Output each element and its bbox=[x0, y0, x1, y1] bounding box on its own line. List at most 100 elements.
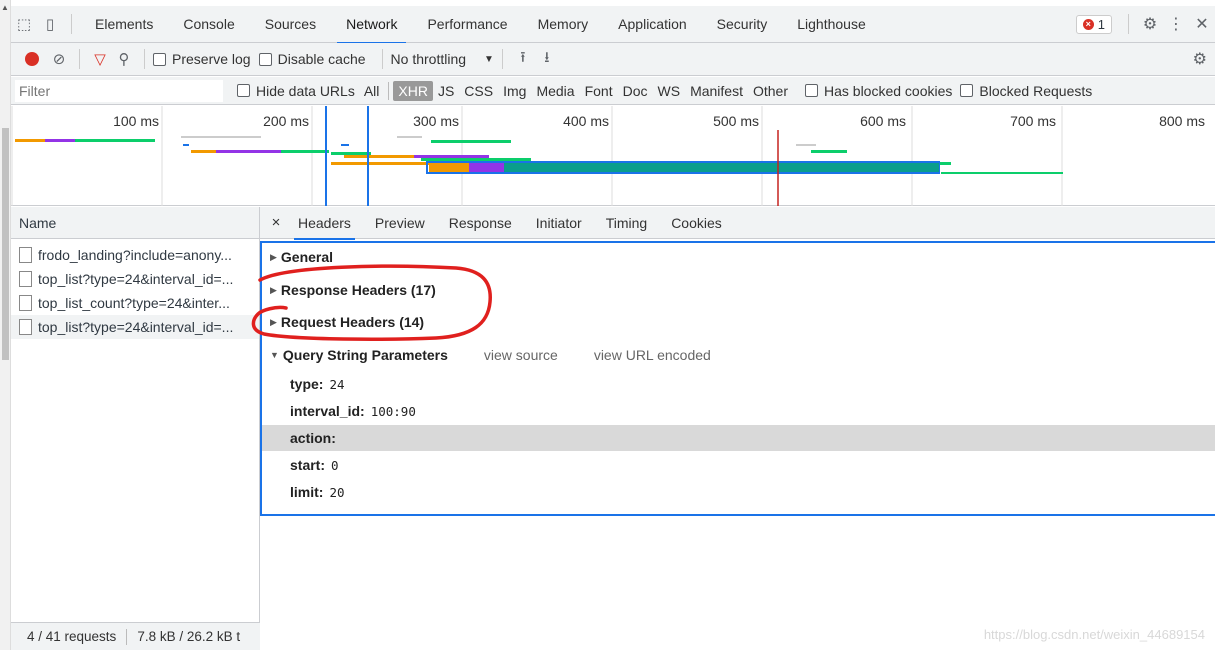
document-icon bbox=[19, 247, 32, 263]
device-toolbar-icon[interactable]: ▯ bbox=[37, 15, 63, 33]
tab-performance[interactable]: Performance bbox=[412, 6, 522, 43]
left-scrollbar[interactable]: ▲ bbox=[0, 0, 11, 650]
overview-tick-labels: 100 ms 200 ms 300 ms 400 ms 500 ms 600 m… bbox=[113, 113, 1205, 129]
tab-sources[interactable]: Sources bbox=[250, 6, 331, 43]
more-options-icon[interactable]: ⋮ bbox=[1163, 14, 1189, 34]
tab-security[interactable]: Security bbox=[702, 6, 783, 43]
tick-label: 300 ms bbox=[413, 113, 459, 129]
tick-label: 400 ms bbox=[563, 113, 609, 129]
request-row-selected[interactable]: top_list?type=24&interval_id=... bbox=[11, 315, 259, 339]
filter-type-css[interactable]: CSS bbox=[459, 81, 498, 101]
network-status-bar: 4 / 41 requests 7.8 kB / 26.2 kB t bbox=[11, 622, 260, 650]
overview-graph: 100 ms 200 ms 300 ms 400 ms 500 ms 600 m… bbox=[11, 106, 1205, 206]
filter-input[interactable] bbox=[15, 79, 223, 102]
request-list-panel: Name frodo_landing?include=anony... top_… bbox=[11, 207, 260, 650]
query-params-title[interactable]: Query String Parameters bbox=[283, 347, 448, 363]
collapse-triangle-icon[interactable]: ▼ bbox=[270, 350, 279, 360]
tab-initiator[interactable]: Initiator bbox=[524, 207, 594, 239]
devtools-window: ▲ ⬚ ▯ Elements Console Sources Network P… bbox=[0, 0, 1215, 650]
record-button[interactable] bbox=[25, 52, 39, 66]
filter-type-all[interactable]: All bbox=[359, 81, 385, 101]
has-blocked-cookies-label: Has blocked cookies bbox=[824, 82, 953, 99]
throttling-value: No throttling bbox=[390, 51, 467, 67]
blocked-requests-checkbox[interactable]: Blocked Requests bbox=[960, 83, 1092, 99]
hide-data-urls-checkbox[interactable]: Hide data URLs bbox=[237, 83, 355, 99]
tab-cookies[interactable]: Cookies bbox=[659, 207, 734, 239]
filter-type-manifest[interactable]: Manifest bbox=[685, 81, 748, 101]
divider bbox=[79, 49, 80, 69]
filter-type-xhr[interactable]: XHR bbox=[393, 80, 433, 101]
inspect-element-icon[interactable]: ⬚ bbox=[11, 15, 37, 33]
filter-type-other[interactable]: Other bbox=[748, 81, 793, 101]
scrollbar-thumb[interactable] bbox=[2, 128, 9, 360]
clear-icon[interactable]: ⊘ bbox=[47, 50, 71, 68]
request-row[interactable]: frodo_landing?include=anony... bbox=[11, 243, 259, 267]
scroll-up-icon[interactable]: ▲ bbox=[1, 3, 9, 12]
param-key: start: bbox=[290, 457, 326, 473]
tab-elements[interactable]: Elements bbox=[80, 6, 168, 43]
tick-label: 100 ms bbox=[113, 113, 159, 129]
param-value: 24 bbox=[329, 376, 345, 392]
resource-type-filters: Hide data URLs All XHR JS CSS Img Media … bbox=[237, 80, 1100, 101]
network-overview-timeline[interactable]: 100 ms 200 ms 300 ms 400 ms 500 ms 600 m… bbox=[11, 106, 1215, 206]
network-settings-icon[interactable]: ⚙ bbox=[1193, 49, 1207, 69]
throttling-select[interactable]: No throttling ▼ bbox=[391, 51, 494, 67]
view-source-link[interactable]: view source bbox=[484, 347, 558, 363]
red-annotation-circle bbox=[251, 264, 492, 341]
disable-cache-label: Disable cache bbox=[277, 51, 366, 67]
filter-icon[interactable]: ▽ bbox=[88, 50, 112, 68]
request-name: top_list_count?type=24&inter... bbox=[38, 295, 230, 311]
param-value: 20 bbox=[329, 484, 345, 500]
blocked-requests-label: Blocked Requests bbox=[979, 82, 1093, 99]
search-icon[interactable]: ⚲ bbox=[112, 50, 136, 68]
export-har-icon[interactable]: ⭳ bbox=[535, 47, 559, 72]
param-value: 100:90 bbox=[370, 403, 416, 419]
filter-type-media[interactable]: Media bbox=[531, 81, 579, 101]
disable-cache-checkbox[interactable]: Disable cache bbox=[258, 51, 366, 67]
checkbox-icon bbox=[258, 52, 272, 66]
param-key: action: bbox=[290, 430, 336, 446]
overview-request-bars bbox=[15, 136, 1063, 174]
query-param-row-highlighted: action: bbox=[262, 425, 1215, 451]
view-url-encoded-link[interactable]: view URL encoded bbox=[594, 347, 711, 363]
checkbox-icon bbox=[153, 52, 166, 66]
divider bbox=[144, 49, 145, 69]
import-har-icon[interactable]: ⭱ bbox=[511, 47, 535, 72]
error-count-badge[interactable]: × 1 bbox=[1075, 14, 1112, 34]
filter-type-font[interactable]: Font bbox=[580, 81, 618, 101]
tab-console[interactable]: Console bbox=[168, 6, 249, 43]
tab-memory[interactable]: Memory bbox=[523, 6, 604, 43]
transfer-size: 7.8 kB / 26.2 kB t bbox=[137, 629, 241, 644]
network-toolbar: ⊘ ▽ ⚲ Preserve log Disable cache No thro… bbox=[11, 43, 1215, 76]
dropdown-arrow-icon: ▼ bbox=[484, 53, 494, 65]
tab-response[interactable]: Response bbox=[437, 207, 524, 239]
tab-timing[interactable]: Timing bbox=[594, 207, 660, 239]
tab-preview[interactable]: Preview bbox=[363, 207, 437, 239]
close-devtools-icon[interactable]: ✕ bbox=[1189, 14, 1215, 34]
request-list: frodo_landing?include=anony... top_list?… bbox=[11, 239, 259, 339]
tab-application[interactable]: Application bbox=[603, 6, 702, 43]
divider bbox=[1128, 14, 1129, 34]
document-icon bbox=[19, 271, 32, 287]
divider bbox=[71, 14, 72, 34]
close-details-icon[interactable]: × bbox=[266, 214, 286, 231]
preserve-log-label: Preserve log bbox=[172, 51, 251, 67]
request-row[interactable]: top_list_count?type=24&inter... bbox=[11, 291, 259, 315]
name-column-header[interactable]: Name bbox=[11, 207, 259, 239]
tab-lighthouse[interactable]: Lighthouse bbox=[782, 6, 881, 43]
request-row[interactable]: top_list?type=24&interval_id=... bbox=[11, 267, 259, 291]
tab-headers[interactable]: Headers bbox=[286, 207, 363, 240]
query-string-section: ▼ Query String Parameters view source vi… bbox=[270, 347, 711, 363]
filter-type-ws[interactable]: WS bbox=[653, 81, 686, 101]
settings-gear-icon[interactable]: ⚙ bbox=[1137, 14, 1163, 34]
preserve-log-checkbox[interactable]: Preserve log bbox=[153, 51, 251, 67]
filter-type-img[interactable]: Img bbox=[498, 81, 531, 101]
has-blocked-cookies-checkbox[interactable]: Has blocked cookies bbox=[805, 83, 952, 99]
filter-type-doc[interactable]: Doc bbox=[618, 81, 653, 101]
query-param-row: interval_id: 100:90 bbox=[262, 398, 1215, 424]
filter-type-js[interactable]: JS bbox=[433, 81, 459, 101]
tick-label: 500 ms bbox=[713, 113, 759, 129]
request-name: top_list?type=24&interval_id=... bbox=[38, 271, 234, 287]
tab-network[interactable]: Network bbox=[331, 6, 412, 44]
checkbox-icon bbox=[805, 84, 818, 97]
